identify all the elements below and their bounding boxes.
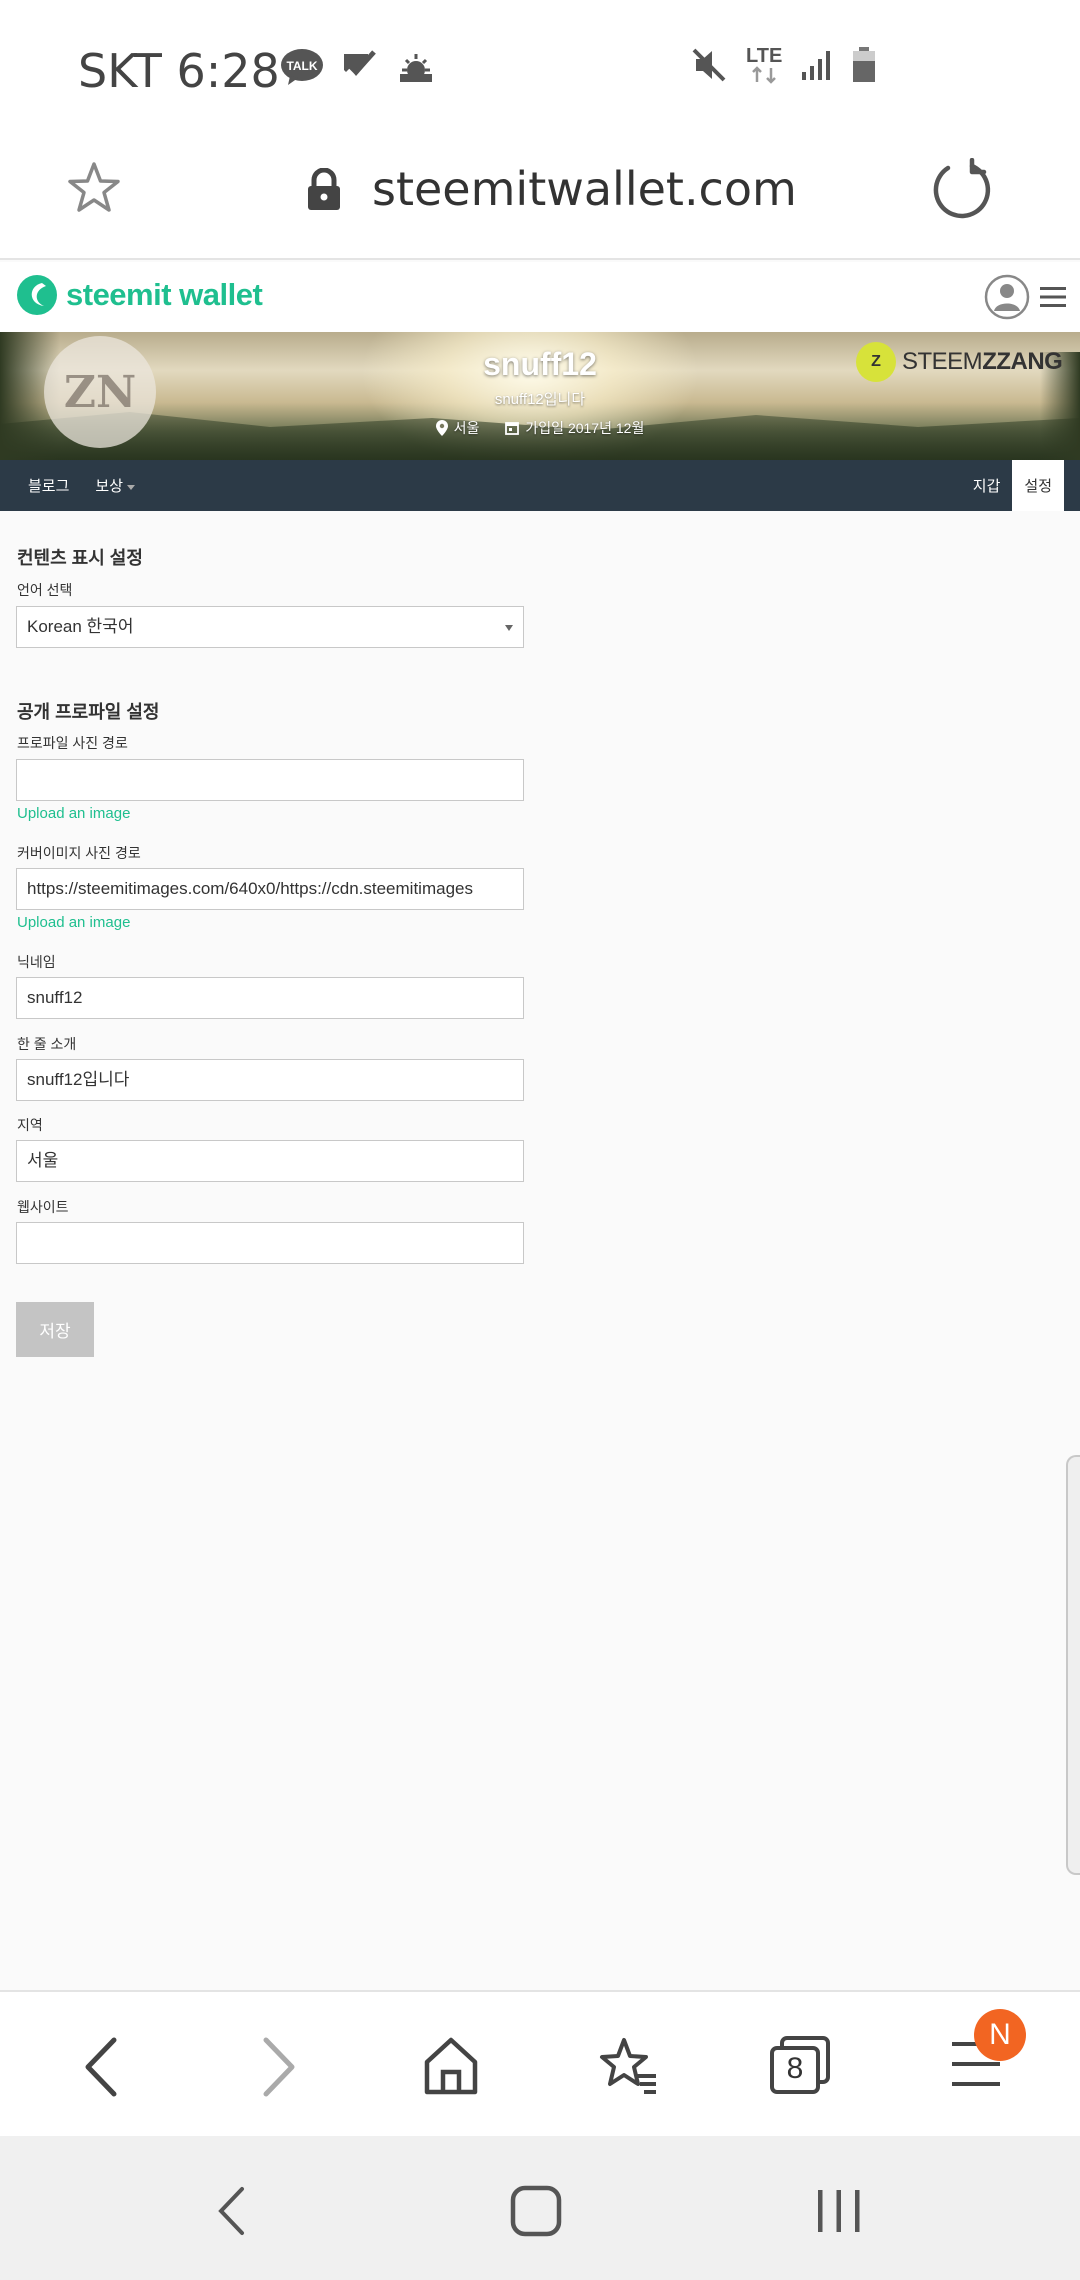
profile-joined-text: 가입일 2017년 12월 — [525, 420, 645, 436]
zzang-badge-icon: Z — [856, 342, 896, 382]
chevron-down-icon — [127, 484, 136, 490]
signal-icon — [802, 51, 831, 80]
profile-cover: ZN snuff12 snuff12입니다 서울 가입일 2017년 12월 Z… — [0, 332, 1080, 460]
cover-image-label: 커버이미지 사진 경로 — [17, 845, 141, 861]
battery-icon — [853, 47, 876, 82]
lte-icon: LTE — [746, 46, 782, 84]
browser-toolbar: 8 — [0, 1990, 1080, 2136]
forward-icon[interactable] — [254, 2036, 300, 2098]
network-label: LTE — [746, 45, 783, 67]
profile-location: 서울 — [435, 418, 480, 438]
bookmark-star-icon[interactable] — [66, 160, 122, 216]
android-home-icon[interactable] — [510, 2185, 562, 2237]
profile-image-label: 프로파일 사진 경로 — [17, 735, 128, 751]
language-label: 언어 선택 — [17, 582, 73, 598]
profile-about: snuff12입니다 — [494, 391, 586, 408]
weather-icon — [400, 54, 432, 82]
sponsor-text-1: STEEM — [902, 348, 983, 375]
android-nav-bar — [0, 2136, 1080, 2280]
talk-icon: TALK — [281, 49, 323, 85]
mute-icon — [692, 48, 726, 82]
location-label: 지역 — [17, 1117, 43, 1133]
nickname-label: 닉네임 — [17, 954, 56, 970]
system-icons: LTE — [690, 46, 876, 84]
hamburger-menu-icon[interactable] — [1040, 286, 1066, 308]
nickname-input[interactable]: snuff12 — [16, 977, 524, 1019]
nav-wallet[interactable]: 지갑 — [961, 460, 1013, 511]
address-bar: steemitwallet.com — [0, 140, 1080, 260]
about-input[interactable]: snuff12입니다 — [16, 1059, 524, 1101]
notification-icons: TALK — [280, 48, 436, 86]
sponsor-text-2: ZZANG — [982, 348, 1063, 375]
back-icon[interactable] — [80, 2036, 126, 2098]
android-back-icon[interactable] — [216, 2186, 246, 2236]
nav-settings[interactable]: 설정 — [1012, 460, 1064, 511]
site-header: steemit wallet — [0, 262, 1080, 332]
check-icon — [344, 50, 376, 76]
status-bar: SKT 6:28 TALK LTE — [0, 0, 1080, 140]
website-label: 웹사이트 — [17, 1199, 69, 1215]
profile-nav: 블로그 보상 지갑 설정 — [0, 460, 1080, 511]
profile-joined: 가입일 2017년 12월 — [505, 418, 644, 438]
location-pin-icon — [435, 420, 448, 436]
language-select[interactable]: Korean 한국어 — [16, 606, 524, 648]
profile-location-text: 서울 — [453, 420, 480, 436]
content-settings-title: 컨텐츠 표시 설정 — [17, 548, 143, 568]
steemit-logo[interactable]: steemit wallet — [16, 274, 263, 316]
nav-rewards[interactable]: 보상 — [95, 475, 136, 496]
bookmarks-icon[interactable] — [596, 2036, 660, 2096]
notification-badge: N — [974, 2009, 1026, 2061]
upload-cover-image-link[interactable]: Upload an image — [17, 914, 130, 931]
tabs-count: 8 — [786, 2052, 804, 2085]
reload-icon[interactable] — [928, 158, 992, 222]
location-input[interactable]: 서울 — [16, 1140, 524, 1182]
android-recents-icon[interactable] — [816, 2188, 862, 2234]
upload-profile-image-link[interactable]: Upload an image — [17, 805, 130, 822]
talk-label: TALK — [286, 59, 317, 73]
language-select-value: Korean 한국어 — [27, 617, 134, 636]
user-avatar-icon[interactable] — [984, 274, 1030, 320]
cover-image-input[interactable]: https://steemitimages.com/640x0/https://… — [16, 868, 524, 910]
website-input[interactable] — [16, 1222, 524, 1264]
about-label: 한 줄 소개 — [17, 1036, 77, 1052]
carrier-time: SKT 6:28 — [78, 44, 280, 98]
steemzzang-logo: Z STEEMZZANG — [856, 342, 1063, 382]
scroll-handle[interactable] — [1066, 1455, 1080, 1875]
logo-text: steemit wallet — [66, 277, 263, 312]
calendar-icon — [505, 422, 520, 435]
profile-meta: 서울 가입일 2017년 12월 — [0, 418, 1080, 438]
nav-rewards-label: 보상 — [95, 478, 124, 495]
profile-image-input[interactable] — [16, 759, 524, 801]
url-text[interactable]: steemitwallet.com — [372, 162, 797, 216]
save-button[interactable]: 저장 — [16, 1302, 94, 1357]
nav-blog[interactable]: 블로그 — [28, 475, 69, 496]
select-arrow-icon — [505, 625, 513, 631]
lock-icon — [308, 168, 340, 210]
home-icon[interactable] — [423, 2036, 479, 2096]
settings-content: 컨텐츠 표시 설정 언어 선택 Korean 한국어 공개 프로파일 설정 프로… — [0, 511, 1080, 1991]
profile-settings-title: 공개 프로파일 설정 — [17, 702, 160, 722]
steemit-logo-icon — [17, 275, 57, 315]
